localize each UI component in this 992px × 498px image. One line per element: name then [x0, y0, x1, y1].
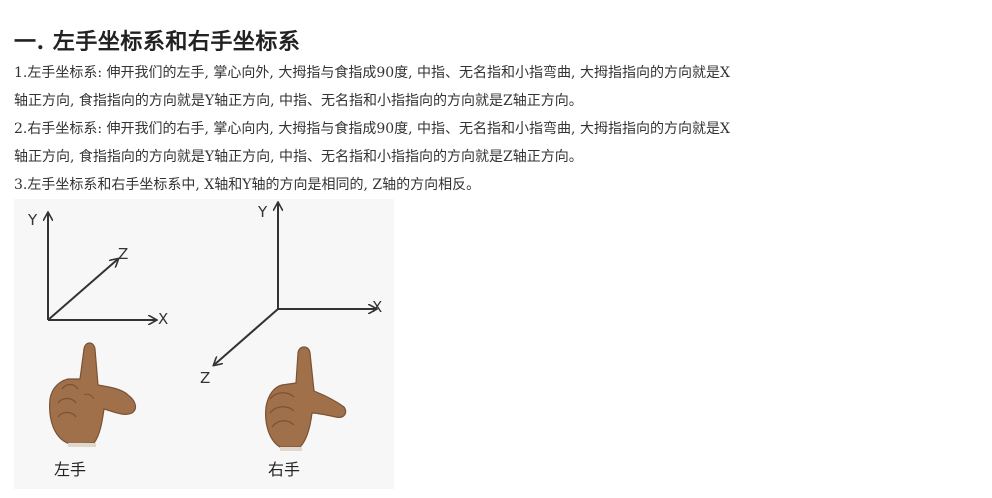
left-hand-icon	[49, 342, 137, 447]
paragraph-right-hand-line-2: 轴正方向, 食指指向的方向就是Y轴正方向, 中指、无名指和小指指向的方向就是Z轴…	[14, 149, 583, 165]
right-hand-icon	[265, 346, 347, 451]
right-hand-axes: Y X Z	[200, 203, 382, 387]
paragraph-comparison: 3.左手坐标系和右手坐标系中, X轴和Y轴的方向是相同的, Z轴的方向相反。	[14, 177, 481, 193]
left-y-label: Y	[27, 211, 38, 229]
right-z-axis	[214, 308, 279, 365]
left-z-label: Z	[118, 245, 128, 263]
left-hand-caption: 左手	[54, 460, 86, 479]
paragraph-left-hand-line-2: 轴正方向, 食指指向的方向就是Y轴正方向, 中指、无名指和小指指向的方向就是Z轴…	[14, 93, 583, 109]
left-hand-axes: Y Z X	[27, 211, 168, 328]
section-heading: 一. 左手坐标系和右手坐标系	[14, 29, 301, 55]
paragraph-left-hand-line-1: 1.左手坐标系: 伸开我们的左手, 掌心向外, 大拇指与食指成90度, 中指、无…	[14, 65, 730, 81]
right-x-label: X	[372, 298, 382, 316]
coordinate-systems-figure: Y Z X Y X Z 左手 右手	[14, 199, 394, 489]
right-hand-caption: 右手	[268, 460, 300, 479]
right-y-label: Y	[257, 203, 268, 221]
paragraph-right-hand-line-1: 2.右手坐标系: 伸开我们的右手, 掌心向内, 大拇指与食指成90度, 中指、无…	[14, 121, 730, 137]
left-x-label: X	[158, 310, 168, 328]
left-z-axis	[47, 259, 118, 321]
right-z-label: Z	[200, 369, 210, 387]
coordinate-diagram: Y Z X Y X Z 左手 右手	[27, 199, 382, 479]
